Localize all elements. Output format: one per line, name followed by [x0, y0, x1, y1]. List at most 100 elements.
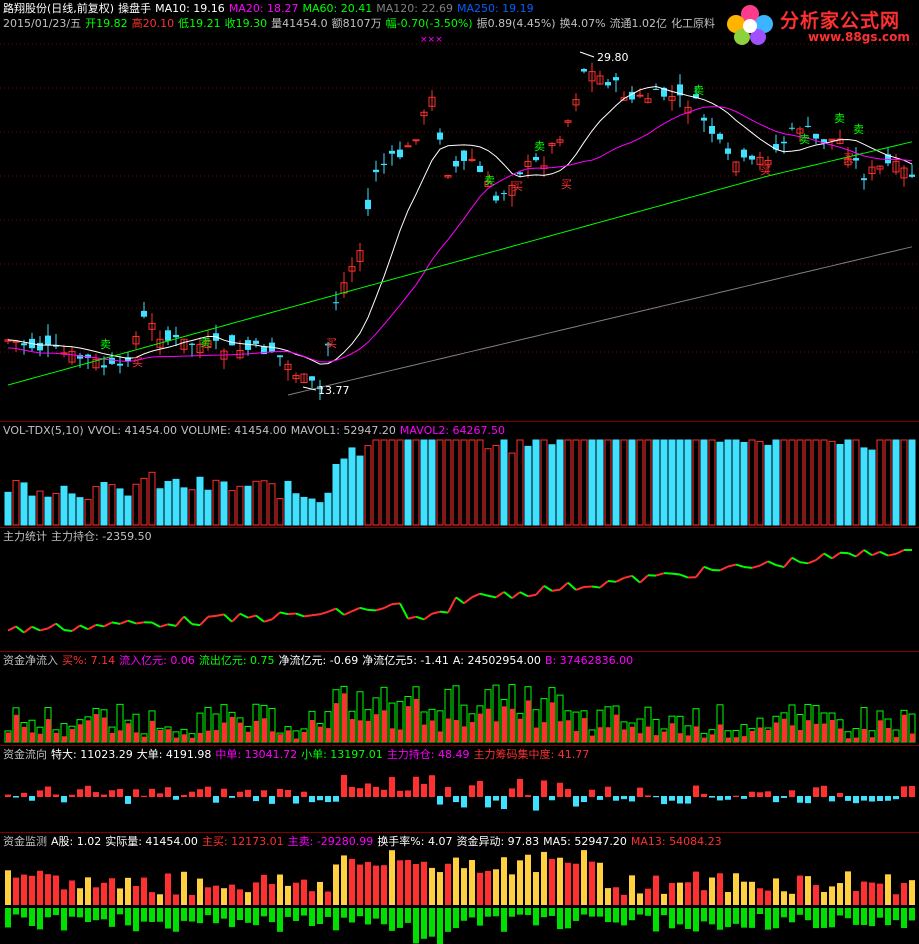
outflow-bar: [342, 693, 347, 742]
candle-down: [533, 156, 539, 161]
direction-bar: [837, 792, 843, 797]
direction-bar: [381, 789, 387, 797]
monitor-sell-bar: [469, 908, 475, 918]
main-force-segment: [511, 591, 521, 599]
volume-bar: [468, 439, 476, 526]
direction-bar: [77, 789, 83, 797]
monitor-sell-bar: [477, 908, 483, 926]
signal-marker: 卖: [799, 133, 810, 146]
flow-item: B: 37462836.00: [544, 654, 634, 667]
main-force-segment: [727, 563, 737, 568]
signal-marker: 买: [561, 178, 572, 191]
monitor-buy-bar: [397, 860, 403, 905]
outflow-bar: [718, 724, 723, 742]
candle-down: [701, 117, 707, 121]
direction-bar: [349, 786, 355, 797]
monitor-sell-bar: [229, 908, 235, 928]
outflow-bar: [142, 736, 147, 742]
monitor-buy-bar: [901, 883, 907, 905]
main-force-segment: [559, 581, 569, 591]
candle-down: [613, 77, 619, 81]
monitor-buy-bar: [757, 888, 763, 905]
logo-title: 分析家公式网: [780, 10, 901, 32]
main-force-segment: [215, 613, 225, 617]
outflow-bar: [230, 716, 235, 742]
signal-marker: 卖: [100, 338, 111, 351]
main-force-segment: [679, 573, 689, 579]
direction-bar: [685, 796, 691, 804]
flow-item: 买%: 7.14: [62, 654, 116, 667]
monitor-sell-bar: [885, 908, 891, 926]
direction-bar: [21, 792, 27, 797]
volume-bar: [52, 492, 60, 526]
outflow-bar: [54, 732, 59, 742]
monitor-buy-bar: [109, 878, 115, 905]
title-item: 操盘手: [118, 2, 152, 15]
monitor-sell-bar: [333, 908, 339, 931]
outflow-bar: [702, 737, 707, 742]
quote-item: 收19.30: [224, 17, 268, 30]
monitor-buy-bar: [69, 880, 75, 905]
outflow-bar: [94, 714, 99, 742]
volume-bar: [212, 479, 220, 526]
outflow-bar: [278, 734, 283, 742]
volume-bar: [564, 439, 572, 526]
outflow-bar: [62, 736, 67, 742]
main-force-segment: [135, 621, 145, 625]
monitor-sell-bar: [645, 908, 651, 916]
monitor-sell-bar: [13, 908, 19, 915]
volume-bar: [68, 493, 76, 526]
quote-item: 幅-0.70(-3.50%): [385, 17, 473, 30]
volume-bar: [908, 439, 916, 526]
direction-bar: [749, 791, 755, 797]
monitor-sell-bar: [413, 908, 419, 944]
monitor-buy-bar: [325, 891, 331, 905]
volume-bar: [484, 448, 492, 526]
flow-item: 净流亿元: -0.69: [278, 654, 359, 667]
main-force-segment: [191, 623, 201, 627]
outflow-bar: [902, 714, 907, 742]
monitor-buy-bar: [501, 857, 507, 905]
monitor-sell-bar: [549, 908, 555, 916]
monitor-buy-bar: [781, 891, 787, 905]
outflow-bar: [86, 720, 91, 742]
direction-bar: [53, 794, 59, 797]
direction-bar: [701, 793, 707, 797]
direction-bar: [869, 796, 875, 802]
volume-bar: [548, 444, 556, 526]
outflow-bar: [814, 723, 819, 742]
outflow-bar: [134, 732, 139, 742]
candle-up: [404, 145, 412, 148]
outflow-bar: [654, 735, 659, 742]
signal-marker: 卖: [534, 140, 545, 153]
candle-down: [741, 149, 747, 158]
candle-down: [493, 195, 499, 201]
main-force-segment: [7, 625, 17, 632]
volume-bar: [884, 439, 892, 526]
monitor-sell-bar: [69, 908, 75, 917]
logo-url: www.88gs.com: [808, 30, 910, 44]
monitor-sell-bar: [813, 908, 819, 929]
volume-bar: [260, 480, 268, 526]
candle-down: [717, 133, 723, 140]
main-force-segment: [343, 610, 353, 616]
volume-bar: [380, 439, 388, 526]
monitor-buy-bar: [461, 868, 467, 905]
direction-bar: [325, 796, 331, 803]
main-force-segment: [463, 596, 473, 605]
stock-chart-canvas[interactable]: 29.8013.77卖 卖买买卖卖买 买卖卖卖卖买买×××: [0, 0, 919, 944]
candle-down: [781, 141, 787, 144]
main-force-segment: [503, 591, 513, 599]
monitor-sell-bar: [613, 908, 619, 923]
outflow-bar: [118, 730, 123, 742]
volume-bar: [460, 439, 468, 526]
monitor-buy-bar: [333, 864, 339, 905]
main-force-segment: [111, 621, 121, 625]
monitor-buy-bar: [165, 873, 171, 905]
monitor-sell-bar: [629, 908, 635, 921]
candle-down: [117, 363, 123, 366]
monitor-sell-bar: [821, 908, 827, 928]
outflow-bar: [886, 727, 891, 742]
main-force-segment: [303, 614, 313, 618]
site-logo[interactable]: 分析家公式网 www.88gs.com: [720, 2, 916, 48]
